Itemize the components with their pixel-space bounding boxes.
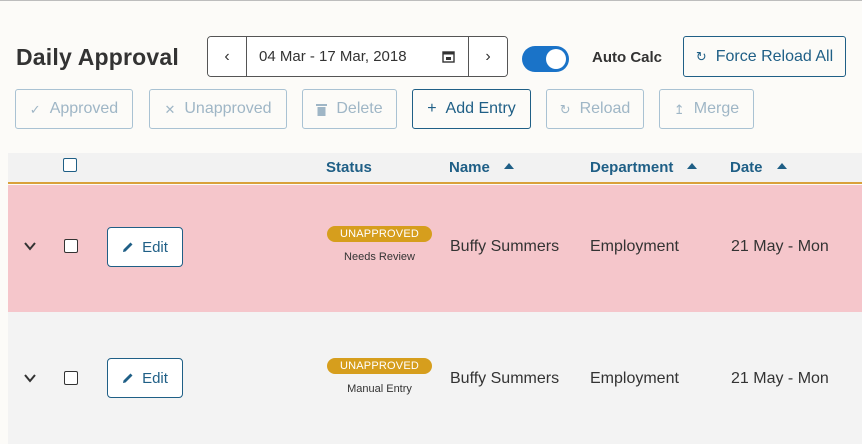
force-reload-label: Force Reload All bbox=[715, 47, 834, 65]
date-cell: 21 May - Mon bbox=[731, 370, 829, 387]
chevron-left-icon: ‹ bbox=[224, 47, 230, 65]
column-department[interactable]: Department bbox=[590, 159, 698, 176]
date-range-value: 04 Mar - 17 Mar, 2018 bbox=[259, 48, 407, 65]
table-row: Edit UNAPPROVED Needs Review Buffy Summe… bbox=[8, 185, 862, 312]
reload-icon: ↻ bbox=[559, 101, 571, 117]
trash-icon bbox=[316, 103, 328, 116]
chevron-down-icon[interactable] bbox=[22, 238, 38, 254]
select-all-checkbox[interactable] bbox=[63, 158, 77, 172]
toggle-knob bbox=[546, 49, 566, 69]
calendar-icon[interactable] bbox=[442, 50, 455, 63]
status-badge: UNAPPROVED bbox=[327, 358, 432, 374]
pencil-icon bbox=[123, 242, 133, 252]
unapproved-button[interactable]: ✕ Unapproved bbox=[149, 89, 287, 129]
column-department-label: Department bbox=[590, 159, 674, 176]
delete-button[interactable]: Delete bbox=[302, 89, 397, 129]
merge-button[interactable]: ↥ Merge bbox=[659, 89, 754, 129]
name-cell: Buffy Summers bbox=[450, 370, 560, 387]
status-badge: UNAPPROVED bbox=[327, 226, 432, 242]
sort-up-icon bbox=[776, 162, 787, 169]
force-reload-all-button[interactable]: ↻ Force Reload All bbox=[683, 36, 846, 77]
column-status[interactable]: Status bbox=[326, 159, 372, 176]
close-icon: ✕ bbox=[164, 101, 176, 117]
approved-label: Approved bbox=[49, 100, 119, 117]
add-entry-button[interactable]: + Add Entry bbox=[412, 89, 531, 129]
merge-icon: ↥ bbox=[673, 101, 685, 117]
date-cell: 21 May - Mon bbox=[731, 238, 829, 255]
column-name-label: Name bbox=[449, 159, 490, 176]
chevron-down-icon[interactable] bbox=[22, 370, 38, 386]
previous-period-button[interactable]: ‹ bbox=[208, 37, 247, 76]
column-date[interactable]: Date bbox=[730, 159, 787, 176]
table-header: Status Name Department Date bbox=[8, 153, 862, 184]
column-date-label: Date bbox=[730, 159, 763, 176]
row-checkbox[interactable] bbox=[64, 239, 78, 253]
edit-button[interactable]: Edit bbox=[107, 227, 183, 267]
check-icon: ✓ bbox=[29, 101, 41, 117]
plus-icon: + bbox=[427, 100, 437, 117]
edit-button[interactable]: Edit bbox=[107, 358, 183, 398]
date-range-field[interactable]: 04 Mar - 17 Mar, 2018 bbox=[247, 37, 468, 76]
unapproved-label: Unapproved bbox=[184, 100, 272, 117]
sort-up-icon bbox=[503, 162, 514, 169]
approved-button[interactable]: ✓ Approved bbox=[15, 89, 133, 129]
column-name[interactable]: Name bbox=[449, 159, 514, 176]
status-note: Needs Review bbox=[344, 251, 415, 263]
department-cell: Employment bbox=[590, 370, 679, 387]
reload-label: Reload bbox=[579, 100, 631, 117]
edit-label: Edit bbox=[142, 238, 168, 256]
delete-label: Delete bbox=[336, 100, 383, 117]
name-cell: Buffy Summers bbox=[450, 238, 560, 255]
merge-label: Merge bbox=[693, 100, 740, 117]
sort-up-icon bbox=[687, 162, 698, 169]
auto-calc-toggle[interactable] bbox=[522, 46, 569, 72]
column-status-label: Status bbox=[326, 159, 372, 176]
next-period-button[interactable]: › bbox=[468, 37, 507, 76]
auto-calc-label: Auto Calc bbox=[592, 49, 663, 66]
table-row: Edit UNAPPROVED Manual Entry Buffy Summe… bbox=[8, 312, 862, 444]
department-cell: Employment bbox=[590, 238, 679, 255]
date-range-picker: ‹ 04 Mar - 17 Mar, 2018 › bbox=[207, 36, 508, 77]
reload-icon: ↻ bbox=[695, 49, 707, 64]
row-checkbox[interactable] bbox=[64, 371, 78, 385]
pencil-icon bbox=[123, 373, 133, 383]
page-title: Daily Approval bbox=[16, 44, 179, 70]
top-border bbox=[0, 0, 862, 1]
chevron-right-icon: › bbox=[485, 47, 491, 65]
status-note: Manual Entry bbox=[347, 383, 412, 395]
edit-label: Edit bbox=[142, 369, 168, 387]
add-entry-label: Add Entry bbox=[445, 100, 516, 117]
reload-button[interactable]: ↻ Reload bbox=[546, 89, 644, 129]
